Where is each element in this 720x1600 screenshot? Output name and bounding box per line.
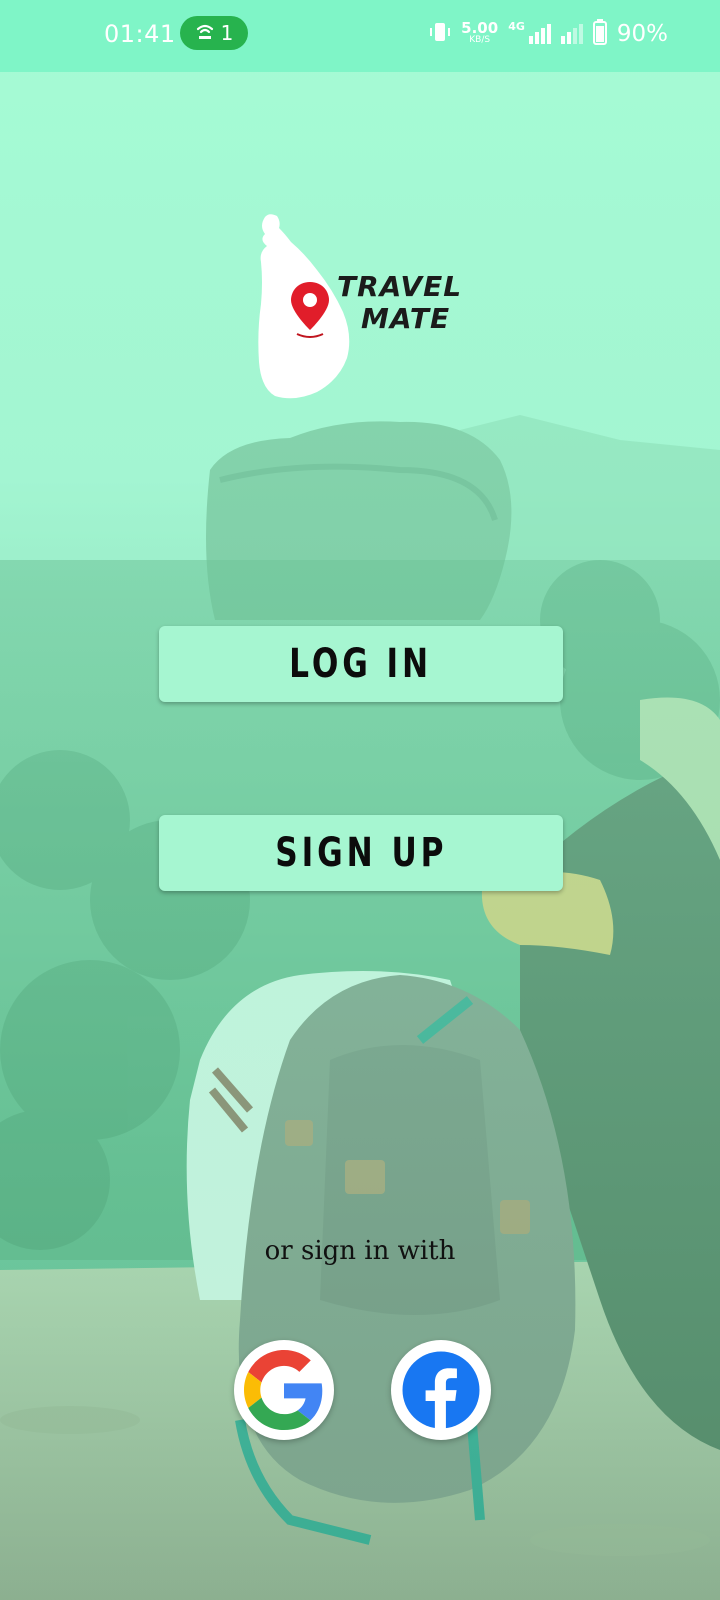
network-type: 4G	[508, 19, 525, 33]
speed-unit: KB/S	[469, 35, 491, 45]
status-bar: 01:41 1 5.00 KB/S 4G 90%	[0, 0, 720, 72]
status-time: 01:41	[104, 20, 176, 48]
brand-line1: TRAVEL	[337, 270, 460, 303]
google-signin-button[interactable]	[234, 1340, 334, 1440]
login-button-label: LOG IN	[289, 641, 433, 687]
hotspot-indicator: 1	[180, 16, 248, 50]
signal-strength-secondary-icon	[560, 24, 583, 44]
facebook-icon	[402, 1351, 480, 1429]
network-speed: 5.00 KB/S	[461, 19, 499, 46]
brand-line2: MATE	[361, 302, 450, 335]
social-signin-prompt: or sign in with	[264, 1236, 456, 1266]
hotspot-count: 1	[220, 21, 234, 45]
battery-icon	[592, 19, 607, 49]
speed-value: 5.00	[461, 19, 499, 37]
vibrate-icon	[429, 20, 451, 48]
battery-percent: 90%	[616, 21, 668, 47]
signup-button[interactable]: SIGN UP	[159, 815, 563, 891]
login-button[interactable]: LOG IN	[159, 626, 563, 702]
signal-strength-icon	[528, 24, 551, 44]
signup-button-label: SIGN UP	[274, 830, 448, 876]
hotspot-icon	[195, 21, 215, 46]
welcome-screen: 01:41 1 5.00 KB/S 4G 90% TRAVEL MATE LOG…	[0, 0, 720, 1600]
app-logo: TRAVEL MATE	[255, 212, 461, 402]
google-icon	[244, 1350, 323, 1430]
facebook-signin-button[interactable]	[391, 1340, 491, 1440]
status-indicators: 5.00 KB/S 4G 90%	[429, 14, 668, 54]
